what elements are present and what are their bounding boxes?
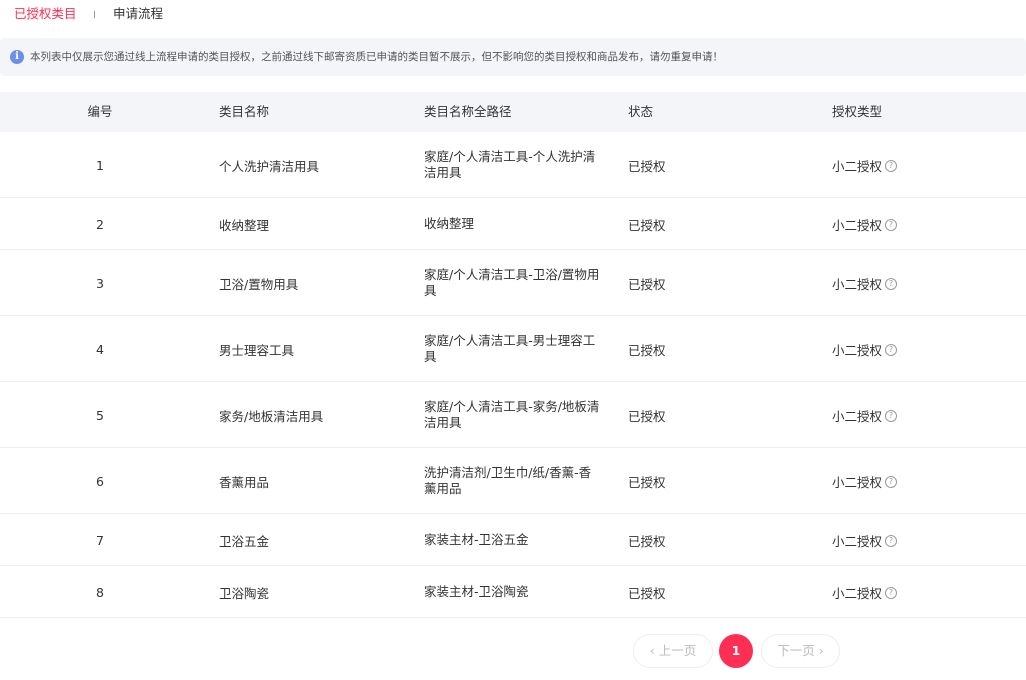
row-authorization-type: 小二授权? (832, 274, 898, 293)
authorization-type-label: 小二授权 (832, 218, 883, 233)
header-number: 编号 (87, 104, 113, 119)
tab-authorized-categories[interactable]: 已授权类目 (14, 6, 77, 22)
row-category-path: 家庭/个人清洁工具-个人洗护清洁用具 (424, 149, 596, 180)
table-row: 7 卫浴五金 家装主材-卫浴五金 已授权 小二授权? (0, 514, 1026, 566)
tab-application-process[interactable]: 申请流程 (113, 6, 163, 22)
help-icon[interactable]: ? (885, 475, 898, 488)
category-table: 编号 类目名称 类目名称全路径 状态 授权类型 1 个人洗护清洁用具 家庭/个人清洁… (0, 92, 1026, 618)
row-number: 7 (96, 533, 104, 548)
row-status: 已授权 (628, 475, 666, 490)
row-category-name: 卫浴陶瓷 (219, 586, 270, 601)
help-icon[interactable]: ? (885, 218, 898, 231)
row-category-name: 香薰用品 (219, 475, 270, 490)
table-header: 编号 类目名称 类目名称全路径 状态 授权类型 (0, 92, 1026, 132)
help-icon[interactable]: ? (885, 159, 898, 172)
authorization-type-label: 小二授权 (832, 343, 883, 358)
row-status: 已授权 (628, 586, 666, 601)
row-number: 5 (96, 408, 104, 423)
row-category-path: 家庭/个人清洁工具-卫浴/置物用具 (424, 267, 600, 298)
help-icon[interactable]: ? (885, 534, 898, 547)
row-category-path: 家庭/个人清洁工具-家务/地板清洁用具 (424, 399, 600, 430)
row-status: 已授权 (628, 218, 666, 233)
table-row: 2 收纳整理 收纳整理 已授权 小二授权? (0, 198, 1026, 250)
help-icon[interactable]: ? (885, 343, 898, 356)
row-status: 已授权 (628, 343, 666, 358)
table-body: 1 个人洗护清洁用具 家庭/个人清洁工具-个人洗护清洁用具 已授权 小二授权? 2 收纳整理… (0, 132, 1026, 618)
row-status: 已授权 (628, 277, 666, 292)
table-row: 1 个人洗护清洁用具 家庭/个人清洁工具-个人洗护清洁用具 已授权 小二授权? (0, 132, 1026, 198)
header-authorization-type: 授权类型 (832, 104, 883, 119)
authorization-type-label: 小二授权 (832, 475, 883, 490)
notice-bar: i 本列表中仅展示您通过线上流程申请的类目授权，之前通过线下邮寄资质已申请的类目… (0, 38, 1026, 76)
row-number: 2 (96, 217, 104, 232)
next-page-button[interactable]: 下一页 › (761, 634, 840, 668)
row-category-path: 家装主材-卫浴陶瓷 (424, 584, 529, 599)
prev-page-button[interactable]: ‹ 上一页 (633, 634, 713, 668)
row-category-path: 洗护清洁剂/卫生巾/纸/香薰-香薰用品 (424, 465, 592, 496)
authorization-type-label: 小二授权 (832, 534, 883, 549)
current-page-button[interactable]: 1 (719, 634, 753, 668)
row-number: 8 (96, 585, 104, 600)
tab-divider (94, 11, 95, 18)
row-authorization-type: 小二授权? (832, 340, 898, 359)
pagination: ‹ 上一页 1 下一页 › (0, 634, 1026, 668)
row-category-path: 家装主材-卫浴五金 (424, 532, 529, 547)
table-row: 6 香薰用品 洗护清洁剂/卫生巾/纸/香薰-香薰用品 已授权 小二授权? (0, 448, 1026, 514)
row-category-name: 收纳整理 (219, 218, 270, 233)
row-category-path: 家庭/个人清洁工具-男士理容工具 (424, 333, 596, 364)
table-row: 5 家务/地板清洁用具 家庭/个人清洁工具-家务/地板清洁用具 已授权 小二授权? (0, 382, 1026, 448)
row-number: 1 (96, 158, 104, 173)
row-status: 已授权 (628, 534, 666, 549)
row-authorization-type: 小二授权? (832, 156, 898, 175)
row-category-name: 卫浴/置物用具 (219, 277, 299, 292)
row-number: 3 (96, 276, 104, 291)
info-icon: i (10, 50, 24, 64)
notice-text: 本列表中仅展示您通过线上流程申请的类目授权，之前通过线下邮寄资质已申请的类目暂不… (30, 51, 723, 63)
table-row: 4 男士理容工具 家庭/个人清洁工具-男士理容工具 已授权 小二授权? (0, 316, 1026, 382)
row-number: 4 (96, 342, 104, 357)
table-row: 3 卫浴/置物用具 家庭/个人清洁工具-卫浴/置物用具 已授权 小二授权? (0, 250, 1026, 316)
header-category-name: 类目名称 (219, 104, 270, 119)
row-status: 已授权 (628, 409, 666, 424)
row-status: 已授权 (628, 159, 666, 174)
authorization-type-label: 小二授权 (832, 409, 883, 424)
row-authorization-type: 小二授权? (832, 583, 898, 602)
row-category-name: 家务/地板清洁用具 (219, 409, 324, 424)
help-icon[interactable]: ? (885, 277, 898, 290)
table-row: 8 卫浴陶瓷 家装主材-卫浴陶瓷 已授权 小二授权? (0, 566, 1026, 618)
tab-bar: 已授权类目 申请流程 (0, 0, 1026, 30)
help-icon[interactable]: ? (885, 409, 898, 422)
header-status: 状态 (628, 104, 654, 119)
authorization-type-label: 小二授权 (832, 277, 883, 292)
row-category-name: 个人洗护清洁用具 (219, 159, 320, 174)
row-category-name: 卫浴五金 (219, 534, 270, 549)
row-category-name: 男士理容工具 (219, 343, 295, 358)
row-authorization-type: 小二授权? (832, 406, 898, 425)
authorization-type-label: 小二授权 (832, 159, 883, 174)
authorization-type-label: 小二授权 (832, 586, 883, 601)
help-icon[interactable]: ? (885, 586, 898, 599)
row-number: 6 (96, 474, 104, 489)
row-authorization-type: 小二授权? (832, 215, 898, 234)
row-category-path: 收纳整理 (424, 216, 475, 231)
row-authorization-type: 小二授权? (832, 472, 898, 491)
header-category-path: 类目名称全路径 (424, 104, 512, 119)
row-authorization-type: 小二授权? (832, 531, 898, 550)
